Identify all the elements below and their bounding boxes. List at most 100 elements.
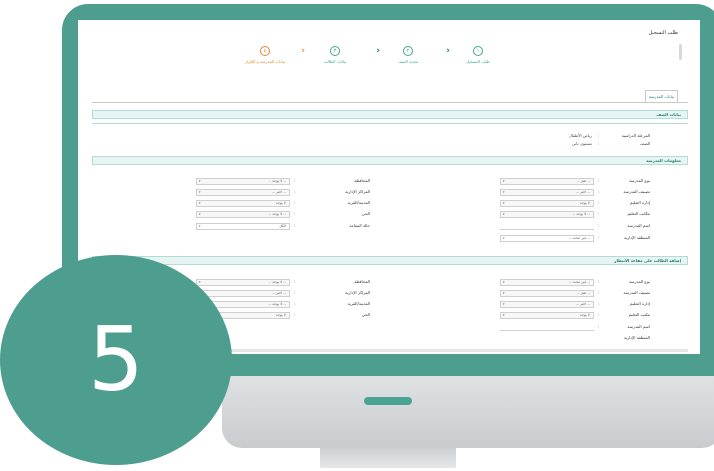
admin-region-select[interactable]: -- غير محدد -- ▾ bbox=[500, 235, 594, 242]
school-category-select[interactable]: -- اختر -- ▾ bbox=[500, 189, 594, 196]
step-2[interactable]: ٢ تحديد الصف bbox=[388, 46, 428, 64]
chevron-left-icon: ‹ bbox=[301, 46, 305, 56]
select-value: -- تعم -- bbox=[577, 179, 590, 183]
select-value: -- غير محدد -- bbox=[568, 280, 590, 284]
monitor-logo-bar bbox=[364, 397, 412, 405]
wait-edu-office-select[interactable]: لا يوجد ▾ bbox=[500, 312, 594, 319]
label-school-name: اسم المدرسة bbox=[627, 223, 650, 228]
select-value: -- لا يوجد -- bbox=[268, 302, 286, 306]
colon: : bbox=[294, 178, 296, 183]
select-value: -- لا يوجد -- bbox=[572, 212, 590, 216]
label-city: المدينة/القرية bbox=[347, 301, 370, 306]
colon: : bbox=[294, 301, 296, 306]
colon: : bbox=[598, 279, 600, 284]
caret-down-icon: ▾ bbox=[503, 201, 505, 205]
city-select[interactable]: لا يوجد ▾ bbox=[196, 200, 290, 207]
step-3-circle: ٣ bbox=[330, 46, 340, 56]
caret-down-icon: ▾ bbox=[199, 212, 201, 216]
label-admin-region: المنطقة الإدارية bbox=[623, 235, 650, 240]
colon: : bbox=[598, 189, 600, 194]
label-district: الحي bbox=[361, 312, 370, 317]
select-value: لا يوجد bbox=[275, 313, 286, 317]
caret-down-icon: ▾ bbox=[503, 280, 505, 284]
select-value: -- غير محدد -- bbox=[568, 236, 590, 240]
label-district: الحي bbox=[361, 211, 370, 216]
step-3[interactable]: ٣ بيانات الطالب bbox=[315, 46, 355, 64]
school-type-select[interactable]: -- تعم -- ▾ bbox=[500, 178, 594, 185]
colon: : bbox=[598, 133, 600, 138]
colon: : bbox=[294, 189, 296, 194]
tab-school-data[interactable]: بيانات المدرسة bbox=[644, 90, 678, 102]
colon: : bbox=[598, 312, 600, 317]
wait-school-category-select[interactable]: -- تعم -- ▾ bbox=[500, 290, 594, 297]
scrollbar[interactable] bbox=[679, 44, 682, 60]
step-1-label: طلب التسجيل bbox=[466, 59, 490, 64]
caret-down-icon: ▾ bbox=[503, 291, 505, 295]
label-grade: الصف bbox=[640, 141, 650, 146]
select-value: لا يوجد bbox=[579, 201, 590, 205]
colon: : bbox=[598, 235, 600, 240]
label-school-type: نوع المدرسة bbox=[628, 279, 650, 284]
page-title: طلب التسجيل bbox=[648, 30, 678, 36]
select-value: لا يوجد bbox=[275, 201, 286, 205]
colon: : bbox=[598, 290, 600, 295]
caret-down-icon: ▾ bbox=[503, 212, 505, 216]
edu-offices-select[interactable]: -- لا يوجد -- ▾ bbox=[500, 211, 594, 218]
select-value: الكل bbox=[279, 224, 286, 228]
label-school-category: تصنيف المدرسة bbox=[623, 290, 650, 295]
step-1[interactable]: ١ طلب التسجيل bbox=[458, 46, 498, 64]
step-number: 5 bbox=[88, 308, 144, 411]
label-governorate: المحافظة bbox=[354, 279, 370, 284]
school-name-input[interactable] bbox=[500, 229, 594, 230]
colon: : bbox=[294, 312, 296, 317]
wizard-steps: ١ طلب التسجيل ‹ ٢ تحديد الصف ‹ ٣ بيانات … bbox=[245, 46, 498, 74]
select-value: -- اختر -- bbox=[272, 190, 286, 194]
label-school-type: نوع المدرسة bbox=[628, 178, 650, 183]
colon: : bbox=[598, 200, 600, 205]
wait-school-name-input[interactable] bbox=[500, 330, 594, 331]
caret-down-icon: ▾ bbox=[199, 190, 201, 194]
step-2-circle: ٢ bbox=[403, 46, 413, 56]
select-value: -- لا يوجد -- bbox=[268, 280, 286, 284]
label-school-category: تصنيف المدرسة bbox=[623, 189, 650, 194]
caret-down-icon: ▾ bbox=[199, 179, 201, 183]
label-admin-centers: المراكز الإدارية bbox=[345, 189, 370, 194]
value-grade: مستوى ثاني bbox=[571, 141, 592, 146]
colon: : bbox=[294, 211, 296, 216]
colon: : bbox=[598, 324, 600, 329]
label-edu-admin: إدارة التعليم bbox=[630, 200, 650, 205]
admin-centers-select[interactable]: -- اختر -- ▾ bbox=[196, 189, 290, 196]
caret-down-icon: ▾ bbox=[199, 201, 201, 205]
wait-edu-admin-select[interactable]: -- اختر -- ▾ bbox=[500, 301, 594, 308]
governorate-select[interactable]: -- لا يوجد -- ▾ bbox=[196, 178, 290, 185]
wait-school-type-select[interactable]: -- غير محدد -- ▾ bbox=[500, 279, 594, 286]
colon: : bbox=[598, 211, 600, 216]
section-class-header: بيانات الصف bbox=[92, 110, 688, 119]
colon: : bbox=[294, 290, 296, 295]
seat-status-select[interactable]: الكل ▾ bbox=[196, 223, 290, 230]
select-value: -- تعم -- bbox=[577, 291, 590, 295]
value-stage: رياض الأطفال bbox=[568, 133, 592, 138]
colon: : bbox=[598, 178, 600, 183]
caret-down-icon: ▾ bbox=[503, 313, 505, 317]
step-3-label: بيانات الطالب bbox=[323, 59, 347, 64]
edu-admin-select[interactable]: لا يوجد ▾ bbox=[500, 200, 594, 207]
chevron-left-icon: ‹ bbox=[446, 46, 450, 56]
district-select[interactable]: -- لا يوجد -- ▾ bbox=[196, 211, 290, 218]
colon: : bbox=[294, 279, 296, 284]
divider bbox=[92, 123, 688, 124]
step-4[interactable]: ٤ بيانات المدرسة و الإقرار bbox=[245, 46, 285, 64]
select-value: -- اختر -- bbox=[576, 302, 590, 306]
tab-divider bbox=[92, 102, 688, 103]
label-stage: المرحلة الدراسية bbox=[621, 133, 650, 138]
step-2-label: تحديد الصف bbox=[397, 59, 419, 64]
label-school-name: اسم المدرسة bbox=[627, 324, 650, 329]
colon: : bbox=[294, 223, 296, 228]
colon: : bbox=[598, 141, 600, 146]
select-value: -- لا يوجد -- bbox=[268, 212, 286, 216]
select-value: -- اختر -- bbox=[272, 291, 286, 295]
label-edu-offices: مكاتب التعليم bbox=[627, 211, 650, 216]
caret-down-icon: ▾ bbox=[503, 179, 505, 183]
caret-down-icon: ▾ bbox=[199, 224, 201, 228]
colon: : bbox=[294, 200, 296, 205]
